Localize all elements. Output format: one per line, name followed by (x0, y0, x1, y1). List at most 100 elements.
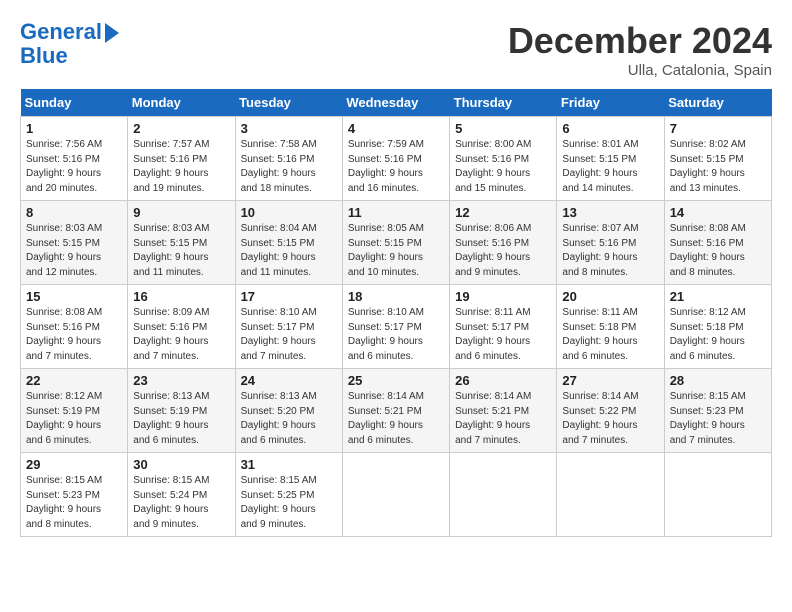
day-info: Sunrise: 8:08 AMSunset: 5:16 PMDaylight:… (26, 306, 122, 364)
calendar-cell: 24Sunrise: 8:13 AMSunset: 5:20 PMDayligh… (235, 369, 342, 453)
day-info: Sunrise: 8:09 AMSunset: 5:16 PMDaylight:… (133, 306, 229, 364)
logo: General Blue (20, 20, 119, 68)
calendar-cell: 30 Sunrise: 8:15 AMSunset: 5:24 PMDayligh… (128, 453, 235, 537)
day-number: 27 (562, 373, 658, 388)
calendar-cell: 19 Sunrise: 8:11 AMSunset: 5:17 PMDayligh… (450, 285, 557, 369)
calendar-cell: 10 Sunrise: 8:04 AMSunset: 5:15 PMDayligh… (235, 201, 342, 285)
day-number: 13 (562, 205, 658, 220)
col-tuesday: Tuesday (235, 89, 342, 117)
day-number: 25 (348, 373, 444, 388)
calendar-table: Sunday Monday Tuesday Wednesday Thursday… (20, 89, 772, 537)
calendar-cell: 22 Sunrise: 8:12 AMSunset: 5:19 PMDayligh… (21, 369, 128, 453)
day-info: Sunrise: 8:07 AMSunset: 5:16 PMDaylight:… (562, 222, 658, 280)
day-info: Sunrise: 8:02 AMSunset: 5:15 PMDaylight:… (670, 138, 766, 196)
day-info: Sunrise: 8:08 AMSunset: 5:16 PMDaylight:… (670, 222, 766, 280)
day-info: Sunrise: 8:01 AMSunset: 5:15 PMDaylight:… (562, 138, 658, 196)
day-info: Sunrise: 7:59 AMSunset: 5:16 PMDaylight:… (348, 138, 444, 196)
logo-arrow-icon (105, 23, 119, 43)
day-number: 20 (562, 289, 658, 304)
day-info: Sunrise: 8:05 AMSunset: 5:15 PMDaylight:… (348, 222, 444, 280)
calendar-cell: 3 Sunrise: 7:58 AMSunset: 5:16 PMDaylight… (235, 117, 342, 201)
calendar-cell (450, 453, 557, 537)
calendar-week-row: 29 Sunrise: 8:15 AMSunset: 5:23 PMDayligh… (21, 453, 772, 537)
calendar-cell: 12 Sunrise: 8:06 AMSunset: 5:16 PMDayligh… (450, 201, 557, 285)
calendar-cell: 23Sunrise: 8:13 AMSunset: 5:19 PMDayligh… (128, 369, 235, 453)
calendar-cell: 17Sunrise: 8:10 AMSunset: 5:17 PMDayligh… (235, 285, 342, 369)
day-number: 22 (26, 373, 122, 388)
day-number: 3 (241, 121, 337, 136)
day-info: Sunrise: 8:12 AMSunset: 5:18 PMDaylight:… (670, 306, 766, 364)
day-number: 14 (670, 205, 766, 220)
day-number: 11 (348, 205, 444, 220)
calendar-cell: 1 Sunrise: 7:56 AMSunset: 5:16 PMDaylight… (21, 117, 128, 201)
calendar-cell: 27Sunrise: 8:14 AMSunset: 5:22 PMDayligh… (557, 369, 664, 453)
calendar-cell: 21 Sunrise: 8:12 AMSunset: 5:18 PMDayligh… (664, 285, 771, 369)
calendar-cell (664, 453, 771, 537)
day-number: 31 (241, 457, 337, 472)
calendar-cell: 4Sunrise: 7:59 AMSunset: 5:16 PMDaylight… (342, 117, 449, 201)
calendar-cell: 2 Sunrise: 7:57 AMSunset: 5:16 PMDaylight… (128, 117, 235, 201)
day-info: Sunrise: 8:10 AMSunset: 5:17 PMDaylight:… (241, 306, 337, 364)
day-info: Sunrise: 8:10 AMSunset: 5:17 PMDaylight:… (348, 306, 444, 364)
day-info: Sunrise: 8:14 AMSunset: 5:21 PMDaylight:… (348, 390, 444, 448)
day-info: Sunrise: 8:06 AMSunset: 5:16 PMDaylight:… (455, 222, 551, 280)
day-info: Sunrise: 8:11 AMSunset: 5:17 PMDaylight:… (455, 306, 551, 364)
calendar-cell (557, 453, 664, 537)
logo-text2: Blue (20, 44, 68, 68)
day-number: 26 (455, 373, 551, 388)
day-info: Sunrise: 8:04 AMSunset: 5:15 PMDaylight:… (241, 222, 337, 280)
day-number: 16 (133, 289, 229, 304)
day-info: Sunrise: 8:03 AMSunset: 5:15 PMDaylight:… (133, 222, 229, 280)
day-number: 21 (670, 289, 766, 304)
calendar-cell: 15 Sunrise: 8:08 AMSunset: 5:16 PMDayligh… (21, 285, 128, 369)
col-friday: Friday (557, 89, 664, 117)
calendar-cell: 9Sunrise: 8:03 AMSunset: 5:15 PMDaylight… (128, 201, 235, 285)
day-info: Sunrise: 8:11 AMSunset: 5:18 PMDaylight:… (562, 306, 658, 364)
day-info: Sunrise: 7:58 AMSunset: 5:16 PMDaylight:… (241, 138, 337, 196)
day-number: 2 (133, 121, 229, 136)
day-info: Sunrise: 8:13 AMSunset: 5:19 PMDaylight:… (133, 390, 229, 448)
calendar-week-row: 15 Sunrise: 8:08 AMSunset: 5:16 PMDayligh… (21, 285, 772, 369)
calendar-cell: 16 Sunrise: 8:09 AMSunset: 5:16 PMDayligh… (128, 285, 235, 369)
col-thursday: Thursday (450, 89, 557, 117)
calendar-cell: 6 Sunrise: 8:01 AMSunset: 5:15 PMDaylight… (557, 117, 664, 201)
calendar-cell: 20 Sunrise: 8:11 AMSunset: 5:18 PMDayligh… (557, 285, 664, 369)
calendar-week-row: 1 Sunrise: 7:56 AMSunset: 5:16 PMDaylight… (21, 117, 772, 201)
day-number: 6 (562, 121, 658, 136)
calendar-week-row: 8Sunrise: 8:03 AMSunset: 5:15 PMDaylight… (21, 201, 772, 285)
day-number: 24 (241, 373, 337, 388)
logo-text: General (20, 20, 102, 44)
day-info: Sunrise: 8:15 AMSunset: 5:23 PMDaylight:… (26, 474, 122, 532)
day-number: 30 (133, 457, 229, 472)
day-number: 19 (455, 289, 551, 304)
calendar-header-row: Sunday Monday Tuesday Wednesday Thursday… (21, 89, 772, 117)
day-info: Sunrise: 8:15 AMSunset: 5:25 PMDaylight:… (241, 474, 337, 532)
col-saturday: Saturday (664, 89, 771, 117)
day-info: Sunrise: 8:12 AMSunset: 5:19 PMDaylight:… (26, 390, 122, 448)
day-number: 29 (26, 457, 122, 472)
calendar-cell: 18 Sunrise: 8:10 AMSunset: 5:17 PMDayligh… (342, 285, 449, 369)
calendar-cell: 7 Sunrise: 8:02 AMSunset: 5:15 PMDaylight… (664, 117, 771, 201)
day-number: 1 (26, 121, 122, 136)
calendar-cell: 25 Sunrise: 8:14 AMSunset: 5:21 PMDayligh… (342, 369, 449, 453)
calendar-week-row: 22 Sunrise: 8:12 AMSunset: 5:19 PMDayligh… (21, 369, 772, 453)
day-info: Sunrise: 7:57 AMSunset: 5:16 PMDaylight:… (133, 138, 229, 196)
day-number: 7 (670, 121, 766, 136)
calendar-cell: 8Sunrise: 8:03 AMSunset: 5:15 PMDaylight… (21, 201, 128, 285)
day-number: 5 (455, 121, 551, 136)
calendar-cell: 13 Sunrise: 8:07 AMSunset: 5:16 PMDayligh… (557, 201, 664, 285)
day-number: 10 (241, 205, 337, 220)
day-info: Sunrise: 7:56 AMSunset: 5:16 PMDaylight:… (26, 138, 122, 196)
day-info: Sunrise: 8:00 AMSunset: 5:16 PMDaylight:… (455, 138, 551, 196)
calendar-cell: 5 Sunrise: 8:00 AMSunset: 5:16 PMDaylight… (450, 117, 557, 201)
calendar-cell: 29 Sunrise: 8:15 AMSunset: 5:23 PMDayligh… (21, 453, 128, 537)
page-header: General Blue December 2024 Ulla, Catalon… (20, 20, 772, 79)
calendar-cell: 28Sunrise: 8:15 AMSunset: 5:23 PMDayligh… (664, 369, 771, 453)
day-number: 18 (348, 289, 444, 304)
day-number: 12 (455, 205, 551, 220)
day-number: 15 (26, 289, 122, 304)
month-title: December 2024 (508, 20, 772, 62)
col-monday: Monday (128, 89, 235, 117)
day-info: Sunrise: 8:15 AMSunset: 5:24 PMDaylight:… (133, 474, 229, 532)
col-wednesday: Wednesday (342, 89, 449, 117)
